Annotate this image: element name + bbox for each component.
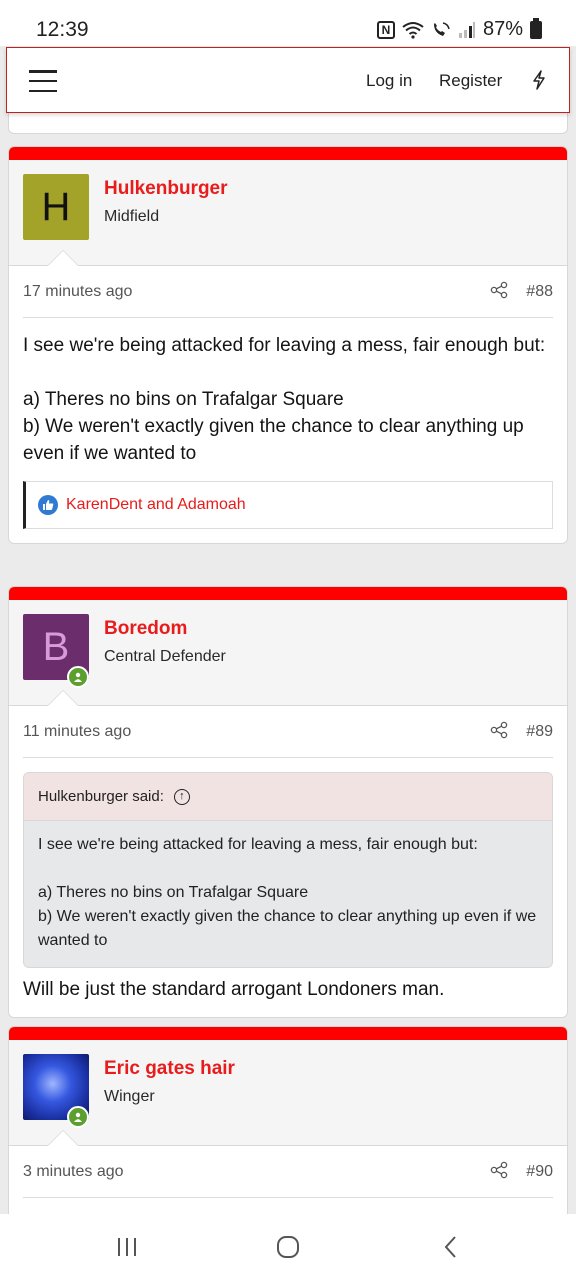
quote-block: Hulkenburger said: ↑ I see we're being a… <box>23 772 553 968</box>
post-number[interactable]: #88 <box>526 283 553 301</box>
post-body: Will be just the standard arrogant Londo… <box>23 979 445 1000</box>
online-icon <box>67 1106 89 1128</box>
post-number[interactable]: #90 <box>526 1163 553 1181</box>
avatar[interactable]: H <box>23 174 89 240</box>
call-icon <box>433 21 450 36</box>
quote-body: I see we're being attacked for leaving a… <box>24 821 552 967</box>
home-icon[interactable] <box>273 1234 303 1260</box>
hamburger-icon[interactable] <box>29 70 57 92</box>
back-icon[interactable] <box>436 1234 466 1260</box>
status-icons: N 87% <box>376 17 542 41</box>
post-accent-bar <box>9 587 567 600</box>
battery-percent: 87% <box>482 18 523 40</box>
user-arrow <box>47 690 79 706</box>
signal-icon <box>458 21 475 38</box>
like-icon <box>38 495 58 515</box>
status-bar: 12:39 N 87% <box>0 0 576 46</box>
share-icon[interactable] <box>490 281 508 304</box>
post-89: B Boredom Central Defender 11 minutes ag… <box>8 586 568 1018</box>
quote-header[interactable]: Hulkenburger said: ↑ <box>24 773 552 821</box>
post-user-block: H Hulkenburger Midfield <box>9 160 567 266</box>
post-user-block: Eric gates hair Winger <box>9 1040 567 1146</box>
post-number[interactable]: #89 <box>526 723 553 741</box>
quote-paragraph: a) Theres no bins on Trafalgar Square b)… <box>38 884 537 949</box>
post-90: Eric gates hair Winger 3 minutes ago #90 <box>8 1026 568 1214</box>
recent-apps-icon[interactable] <box>112 1234 142 1260</box>
nfc-icon: N <box>376 20 395 39</box>
avatar-letter: B <box>42 624 70 669</box>
post-user-block: B Boredom Central Defender <box>9 600 567 706</box>
bolt-icon[interactable] <box>531 70 547 90</box>
android-navigation-bar <box>0 1214 576 1280</box>
username-link[interactable]: Boredom <box>104 618 187 640</box>
arrow-up-circle-icon[interactable]: ↑ <box>173 788 190 805</box>
user-arrow <box>47 250 79 266</box>
register-link[interactable]: Register <box>439 71 502 91</box>
post-meta: 17 minutes ago #88 <box>23 266 553 318</box>
user-title: Winger <box>104 1088 155 1105</box>
share-icon[interactable] <box>490 721 508 744</box>
post-88: H Hulkenburger Midfield 17 minutes ago #… <box>8 146 568 544</box>
post-paragraph: I see we're being attacked for leaving a… <box>23 335 546 356</box>
user-title: Central Defender <box>104 648 226 665</box>
wifi-icon <box>402 21 424 39</box>
reaction-users[interactable]: KarenDent and Adamoah <box>66 496 246 514</box>
username-link[interactable]: Hulkenburger <box>104 178 228 200</box>
share-icon[interactable] <box>490 1161 508 1184</box>
login-link[interactable]: Log in <box>366 71 412 91</box>
post-body: I see we're being attacked for leaving a… <box>9 318 567 477</box>
status-time: 12:39 <box>36 18 89 41</box>
post-time[interactable]: 3 minutes ago <box>23 1163 124 1181</box>
post-time[interactable]: 11 minutes ago <box>23 723 131 741</box>
quote-author[interactable]: Hulkenburger said: <box>38 788 164 805</box>
thread-content[interactable]: H Hulkenburger Midfield 17 minutes ago #… <box>0 46 576 1214</box>
battery-icon <box>530 17 542 39</box>
post-meta: 11 minutes ago #89 <box>23 706 553 758</box>
post-accent-bar <box>9 147 567 160</box>
username-link[interactable]: Eric gates hair <box>104 1058 235 1080</box>
post-accent-bar <box>9 1027 567 1040</box>
top-navigation-bar: Log in Register <box>6 47 570 113</box>
post-time[interactable]: 17 minutes ago <box>23 283 132 301</box>
user-arrow <box>47 1130 79 1146</box>
post-meta: 3 minutes ago #90 <box>23 1146 553 1198</box>
user-title: Midfield <box>104 208 160 225</box>
reactions-bar[interactable]: KarenDent and Adamoah <box>23 481 553 529</box>
avatar-letter: H <box>41 184 71 229</box>
post-paragraph: a) Theres no bins on Trafalgar Square b)… <box>23 389 524 464</box>
quote-paragraph: I see we're being attacked for leaving a… <box>38 836 478 853</box>
online-icon <box>67 666 89 688</box>
